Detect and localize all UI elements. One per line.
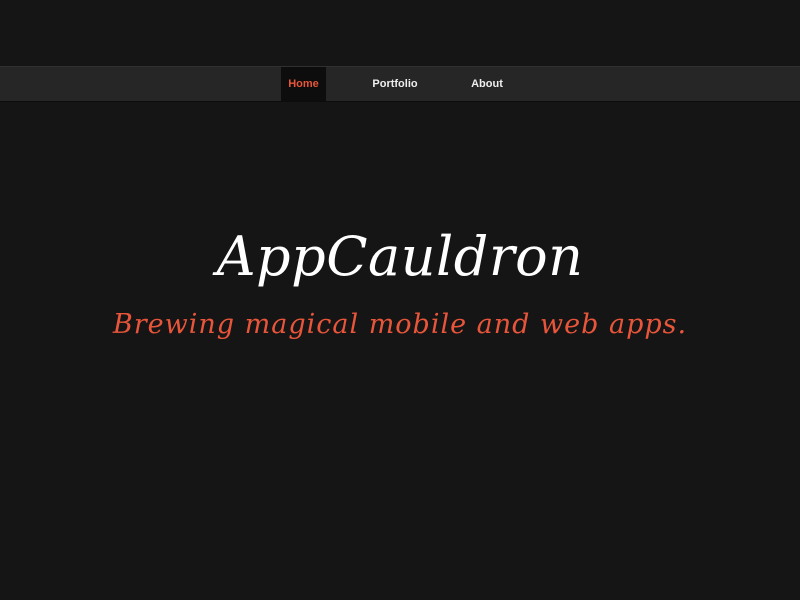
site-tagline: Brewing magical mobile and web apps.: [112, 309, 688, 340]
page: Home Portfolio About AppCauldron Brewing…: [0, 0, 800, 600]
nav-item-home[interactable]: Home: [281, 67, 326, 101]
nav-item-portfolio[interactable]: Portfolio: [365, 67, 425, 101]
nav-item-about[interactable]: About: [462, 67, 512, 101]
main-navbar: Home Portfolio About: [0, 66, 800, 102]
site-title: AppCauldron: [216, 225, 584, 288]
